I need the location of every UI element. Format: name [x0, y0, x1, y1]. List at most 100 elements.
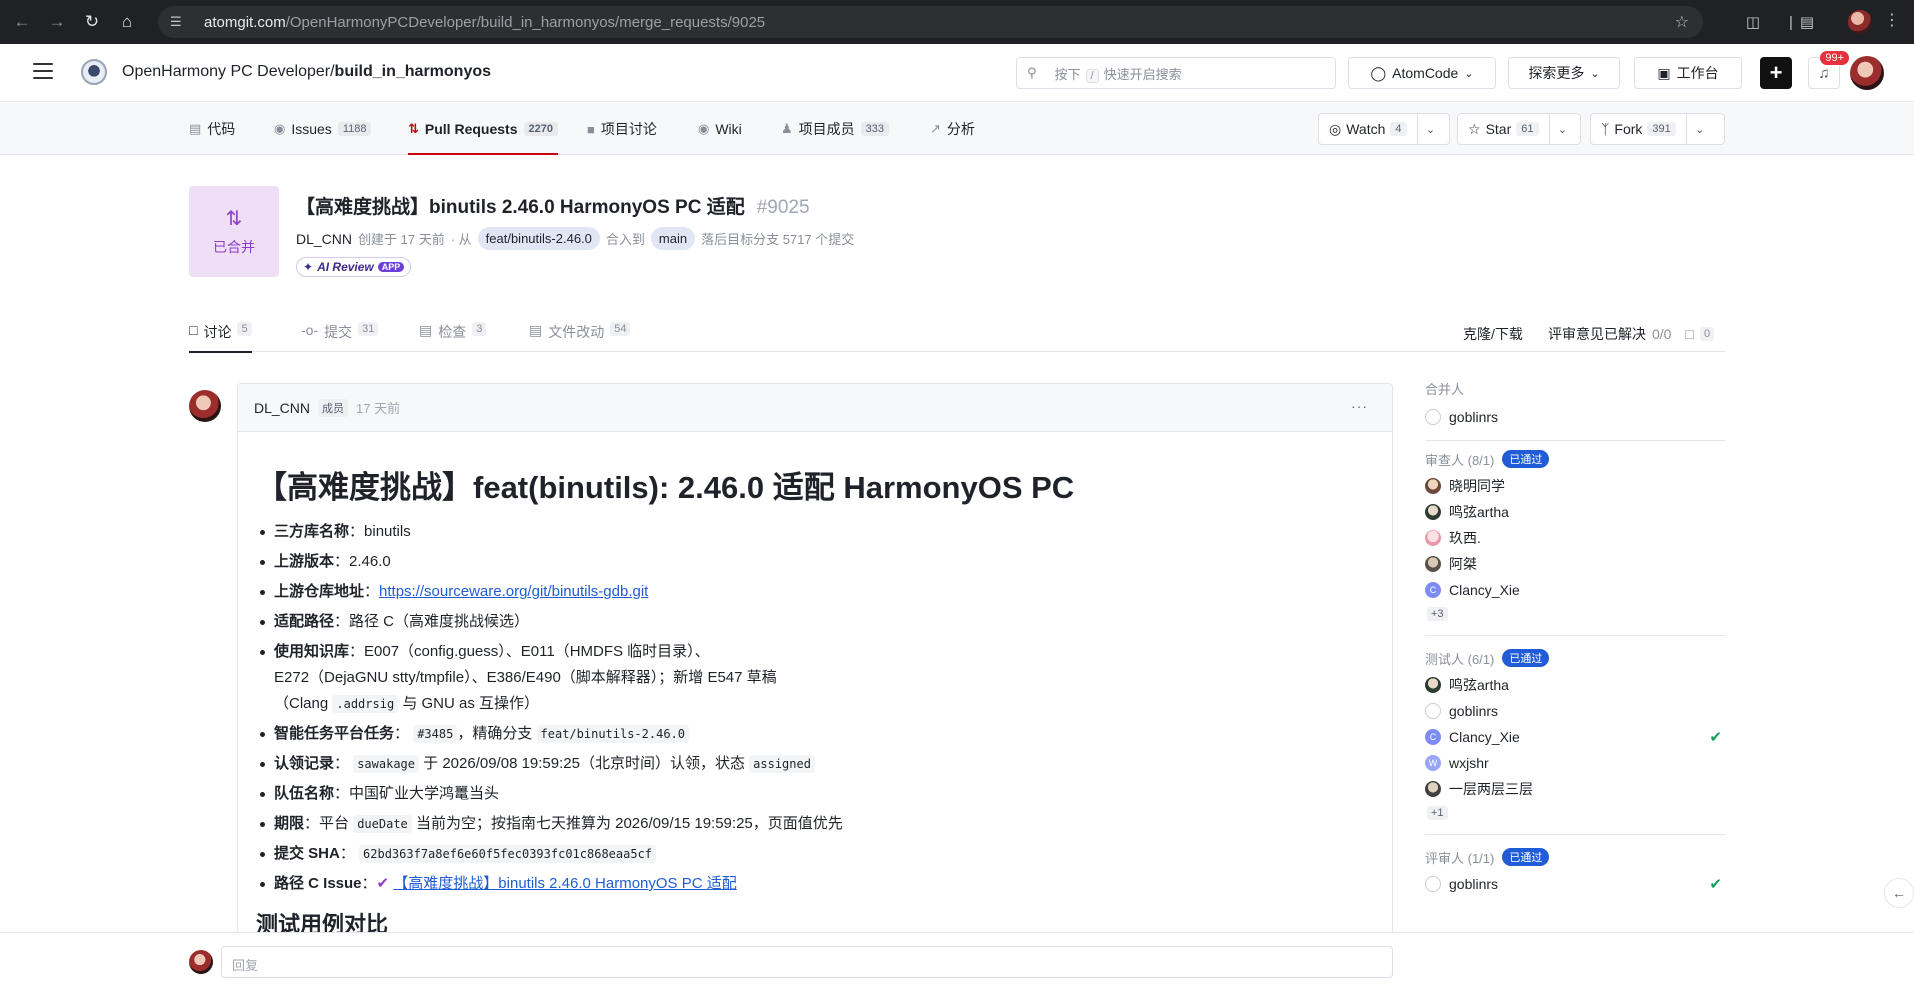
watch-button[interactable]: ◎ Watch 4 ⌄	[1318, 113, 1450, 145]
list-item: 期限：平台 dueDate 当前为空；按指南七天推算为 2026/09/15 1…	[260, 811, 1392, 837]
user-avatar[interactable]	[1850, 56, 1884, 90]
bookmark-star-icon[interactable]: ☆	[1675, 12, 1689, 32]
comment-author-avatar[interactable]	[189, 390, 221, 422]
more-testers-tag[interactable]: +1	[1427, 806, 1448, 820]
merger-person[interactable]: goblinrs	[1425, 404, 1725, 430]
chevron-down-icon: ⌄	[1590, 67, 1600, 80]
upstream-repo-link[interactable]: https://sourceware.org/git/binutils-gdb.…	[379, 583, 648, 600]
approver-item[interactable]: goblinrs ✔	[1425, 871, 1725, 897]
chevron-down-icon[interactable]: ⌄	[1687, 123, 1713, 136]
divider	[1425, 834, 1725, 835]
tab-discussion[interactable]: □ 讨论 5	[189, 318, 252, 353]
reload-icon[interactable]: ↻	[79, 9, 105, 35]
comment-icon: □	[1685, 326, 1694, 342]
list-item: 适配路径：路径 C（高难度挑战候选）	[260, 609, 1392, 635]
explore-more-button[interactable]: 探索更多 ⌄	[1508, 57, 1620, 89]
chevron-down-icon[interactable]: ⌄	[1418, 123, 1444, 136]
tester-item[interactable]: Wwxjshr	[1425, 750, 1725, 776]
project-nav: ▤ 代码 ◉ Issues 1188 ⇅ Pull Requests 2270 …	[0, 103, 1914, 155]
org-logo[interactable]	[81, 59, 107, 85]
chevron-down-icon[interactable]: ⌄	[1550, 123, 1576, 136]
reading-list-icon[interactable]: ▤	[1794, 9, 1820, 35]
atomcode-button[interactable]: ◯ AtomCode ⌄	[1348, 57, 1496, 89]
nav-pull-requests[interactable]: ⇅ Pull Requests 2270	[408, 103, 558, 155]
extensions-icon[interactable]: ◫	[1740, 9, 1766, 35]
hamburger-menu-icon[interactable]	[33, 63, 53, 79]
reviewer-item[interactable]: 晓明同学	[1425, 473, 1725, 499]
tab-checks[interactable]: ▤ 检查 3	[419, 318, 487, 352]
avatar: C	[1425, 582, 1441, 598]
notifications-button[interactable]: ♫ 99+	[1808, 51, 1849, 89]
pass-badge: 已通过	[1502, 450, 1550, 468]
nav-members[interactable]: ♟ 项目成员 333	[781, 103, 890, 155]
nav-analytics[interactable]: ↗ 分析	[930, 103, 975, 155]
clone-download-button[interactable]: 克隆/下载	[1463, 324, 1523, 344]
reviewer-item[interactable]: 阿桀	[1425, 551, 1725, 577]
nav-code[interactable]: ▤ 代码	[189, 103, 235, 155]
collapse-sidebar-icon[interactable]: ←	[1884, 878, 1914, 908]
home-icon[interactable]: ⌂	[114, 9, 140, 35]
star-icon: ☆	[1468, 120, 1481, 137]
breadcrumb-org[interactable]: OpenHarmony PC Developer/	[122, 63, 335, 80]
merge-icon: ⇅	[225, 208, 243, 230]
avatar: W	[1425, 755, 1441, 771]
chart-icon: ↗	[930, 121, 941, 136]
tester-item[interactable]: 鸣弦artha	[1425, 672, 1725, 698]
breadcrumb-repo[interactable]: build_in_harmonyos	[335, 63, 491, 80]
wiki-icon: ◉	[698, 121, 710, 136]
description-list: 三方库名称：binutils 上游版本：2.46.0 上游仓库地址：https:…	[256, 519, 1392, 897]
breadcrumb: OpenHarmony PC Developer/build_in_harmon…	[122, 63, 491, 81]
more-options-icon[interactable]: ···	[1351, 398, 1368, 414]
member-badge: 成员	[318, 398, 349, 417]
atomcode-icon: ◯	[1370, 64, 1387, 81]
reply-input[interactable]: 回复	[221, 946, 1393, 978]
issue-link[interactable]: 【高难度挑战】binutils 2.46.0 HarmonyOS PC 适配	[393, 875, 736, 892]
star-button[interactable]: ☆ Star 61 ⌄	[1457, 113, 1581, 145]
tester-item[interactable]: goblinrs	[1425, 698, 1725, 724]
fork-button[interactable]: ᛉ Fork 391 ⌄	[1590, 113, 1725, 145]
reviewer-item[interactable]: 鸣弦artha	[1425, 499, 1725, 525]
sparkle-icon: ✦	[303, 260, 314, 274]
nav-issues[interactable]: ◉ Issues 1188	[274, 103, 372, 155]
browser-profile-avatar[interactable]	[1848, 10, 1872, 34]
description-heading: 【高难度挑战】feat(binutils): 2.46.0 适配 Harmony…	[256, 470, 1075, 505]
tester-item[interactable]: C Clancy_Xie ✔	[1425, 724, 1725, 750]
ai-review-badge[interactable]: ✦ AI Review APP	[296, 257, 412, 277]
mr-author[interactable]: DL_CNN	[296, 231, 352, 247]
forward-icon[interactable]: →	[44, 9, 70, 35]
create-button[interactable]: +	[1760, 57, 1792, 89]
testers-title: 测试人 (6/1) 已通过	[1425, 648, 1725, 668]
merged-status-badge: ⇅ 已合并	[189, 186, 279, 277]
nav-discussions[interactable]: ■ 项目讨论	[587, 103, 657, 155]
checklist-icon: ▤	[419, 322, 433, 338]
comment-author[interactable]: DL_CNN	[254, 400, 310, 416]
browser-menu-icon[interactable]: ⋮	[1884, 10, 1900, 30]
list-item: 三方库名称：binutils	[260, 519, 1392, 545]
list-item: 上游版本：2.46.0	[260, 549, 1392, 575]
target-branch[interactable]: main	[650, 227, 696, 250]
reviewer-item[interactable]: C Clancy_Xie	[1425, 577, 1725, 603]
site-info-icon[interactable]: ☰	[170, 14, 188, 30]
back-icon[interactable]: ←	[9, 9, 35, 35]
address-bar[interactable]: ☰ atomgit.com/OpenHarmonyPCDeveloper/bui…	[158, 6, 1703, 38]
source-branch[interactable]: feat/binutils-2.46.0	[477, 227, 600, 250]
approved-check-icon: ✔	[1709, 729, 1722, 746]
avatar	[1425, 409, 1441, 425]
workbench-button[interactable]: ▣ 工作台	[1634, 57, 1742, 89]
list-item: 提交 SHA： 62bd363f7a8ef6e60f5fec0393fc01c8…	[260, 841, 1392, 867]
nav-wiki[interactable]: ◉ Wiki	[698, 103, 742, 155]
issue-icon: ◉	[274, 121, 286, 136]
search-input[interactable]: ⚲ 按下 / 快速开启搜索	[1016, 57, 1336, 89]
browser-toolbar: ← → ↻ ⌂ ☰ atomgit.com/OpenHarmonyPCDevel…	[0, 0, 1914, 44]
comment-header: DL_CNN 成员 17 天前 ···	[238, 384, 1392, 432]
mr-sidebar: 合并人 goblinrs 审查人 (8/1) 已通过 晓明同学 鸣弦artha 玖…	[1425, 378, 1725, 897]
tab-commits[interactable]: -o- 提交 31	[301, 318, 379, 352]
chevron-down-icon: ⌄	[1464, 67, 1474, 80]
reviewer-item[interactable]: 玖西.	[1425, 525, 1725, 551]
tester-item[interactable]: 一层两层三层	[1425, 776, 1725, 802]
more-reviewers-tag[interactable]: +3	[1427, 607, 1448, 621]
tab-files[interactable]: ▤ 文件改动 54	[529, 318, 631, 352]
members-icon: ♟	[781, 121, 793, 136]
commit-icon: -o-	[301, 322, 319, 338]
url-text[interactable]: atomgit.com/OpenHarmonyPCDeveloper/build…	[204, 14, 765, 31]
